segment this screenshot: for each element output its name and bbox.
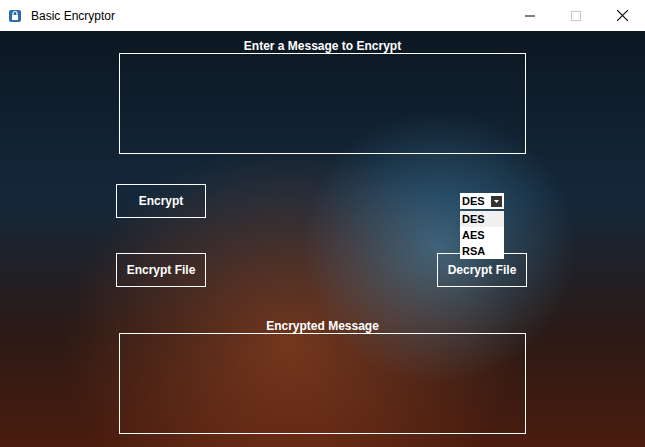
algorithm-option[interactable]: RSA [460,243,504,259]
algorithm-menu: DESAESRSA [460,211,504,259]
minimize-button[interactable] [507,0,553,31]
encrypt-button[interactable]: Encrypt [116,184,206,218]
app-window: Basic Encryptor Enter a Message to Encryp… [0,0,645,447]
close-button[interactable] [599,0,645,31]
title-bar: Basic Encryptor [0,0,645,31]
minimize-icon [525,11,535,21]
maximize-icon [571,11,581,21]
message-input[interactable] [119,53,526,154]
input-label: Enter a Message to Encrypt [244,31,401,53]
output-box[interactable] [119,333,526,434]
algorithm-dropdown[interactable]: DES [460,193,504,209]
background-image: Enter a Message to EncryptEncryptDESDESA… [0,31,645,447]
close-icon [617,10,628,21]
algorithm-option[interactable]: DES [460,211,504,227]
output-label: Encrypted Message [266,319,379,333]
window-title: Basic Encryptor [31,9,115,23]
maximize-button [553,0,599,31]
algorithm-option[interactable]: AES [460,227,504,243]
dropdown-arrow-icon [491,196,502,207]
lock-icon [8,9,22,23]
encrypt-file-button[interactable]: Encrypt File [116,253,206,287]
